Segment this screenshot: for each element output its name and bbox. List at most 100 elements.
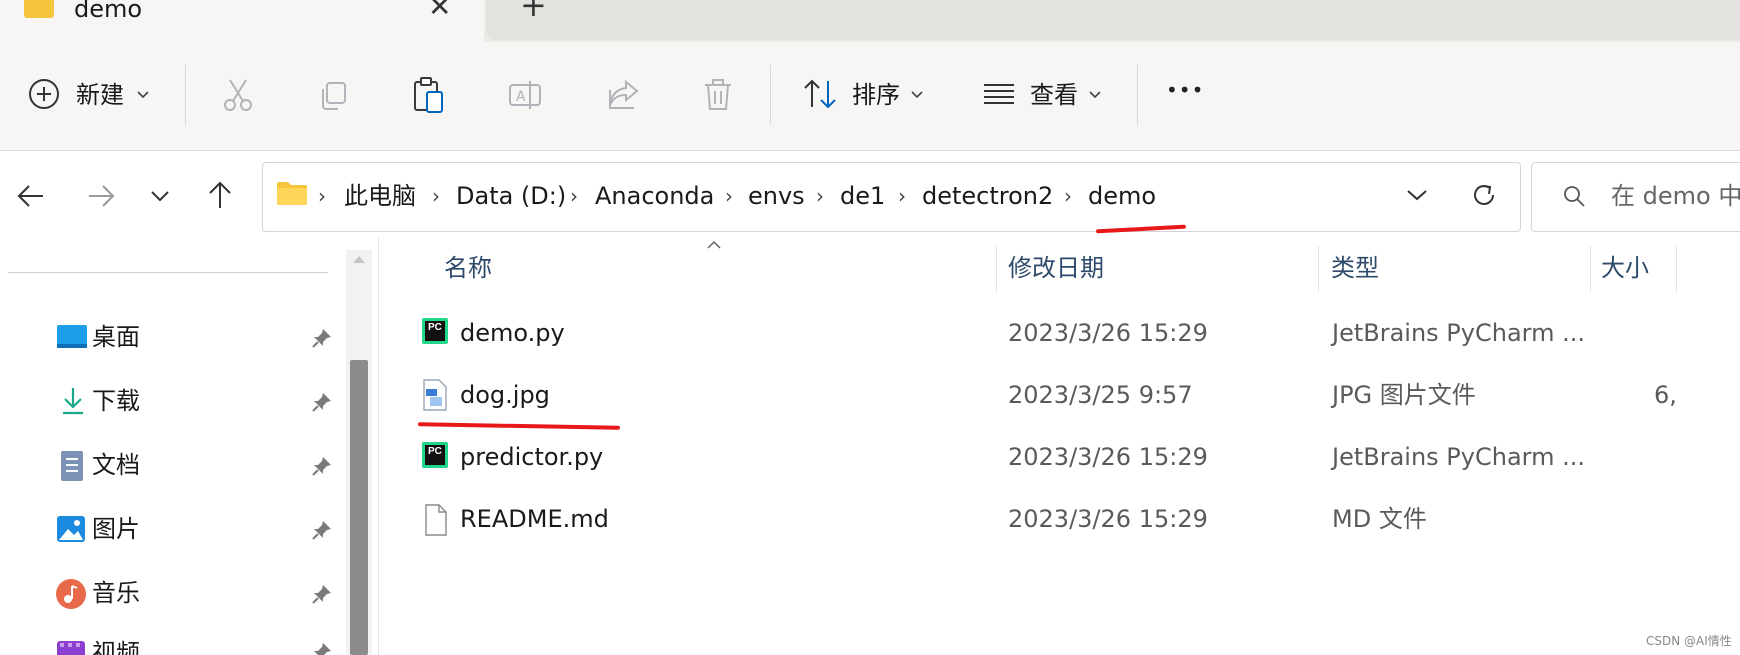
file-row[interactable]: PC predictor.py 2023/3/26 15:29 JetBrain… xyxy=(410,438,1710,478)
recent-locations-chevron-icon[interactable] xyxy=(150,189,170,203)
up-arrow-icon[interactable] xyxy=(206,180,234,210)
column-divider[interactable] xyxy=(1590,246,1591,292)
sort-button[interactable]: 排序 xyxy=(800,74,930,116)
sort-icon xyxy=(804,79,836,109)
nav-item-label: 下载 xyxy=(92,387,140,415)
paste-icon[interactable] xyxy=(412,76,446,114)
new-tab-button[interactable]: + xyxy=(520,0,547,21)
column-header-type[interactable]: 类型 xyxy=(1331,253,1379,283)
pin-icon[interactable] xyxy=(312,584,332,604)
nav-item-label: 音乐 xyxy=(92,579,140,607)
delete-icon[interactable] xyxy=(702,78,734,112)
nav-item-label: 文档 xyxy=(92,451,140,479)
breadcrumb-separator-icon: › xyxy=(898,184,906,208)
column-header-name[interactable]: 名称 xyxy=(444,253,492,283)
breadcrumb-envs[interactable]: envs xyxy=(748,181,805,211)
breadcrumb-separator-icon: › xyxy=(432,184,440,208)
file-modified: 2023/3/25 9:57 xyxy=(1008,381,1193,409)
video-icon xyxy=(57,641,85,655)
nav-item-pictures[interactable]: 图片 xyxy=(40,510,340,550)
nav-item-label: 视频 xyxy=(92,639,140,655)
file-type: JPG 图片文件 xyxy=(1332,381,1476,409)
refresh-icon[interactable] xyxy=(1470,181,1498,209)
watermark: CSDN @AI情性 xyxy=(1646,634,1732,648)
new-button[interactable]: 新建 xyxy=(22,74,152,116)
nav-item-music[interactable]: 音乐 xyxy=(40,574,340,614)
sort-label: 排序 xyxy=(852,81,900,109)
annotation-underline xyxy=(417,422,621,430)
file-name: README.md xyxy=(460,505,609,533)
view-list-icon xyxy=(984,84,1014,104)
breadcrumb-anaconda[interactable]: Anaconda xyxy=(595,181,714,211)
cut-icon[interactable] xyxy=(222,78,254,112)
pane-divider xyxy=(378,238,379,655)
pin-icon[interactable] xyxy=(312,642,332,655)
address-bar[interactable] xyxy=(262,162,1521,232)
file-size: 6, xyxy=(1654,381,1677,409)
search-placeholder: 在 demo 中 xyxy=(1611,182,1740,210)
document-icon xyxy=(61,451,83,481)
file-modified: 2023/3/26 15:29 xyxy=(1008,319,1208,347)
nav-item-desktop[interactable]: 桌面 xyxy=(40,318,340,358)
column-header-size[interactable]: 大小 xyxy=(1601,253,1649,283)
column-divider[interactable] xyxy=(1318,246,1319,292)
nav-item-label: 桌面 xyxy=(92,323,140,351)
tab-demo[interactable] xyxy=(0,0,484,42)
back-arrow-icon[interactable] xyxy=(16,182,46,210)
svg-text:A: A xyxy=(516,89,526,105)
plus-circle-icon xyxy=(29,79,59,109)
pin-icon[interactable] xyxy=(312,456,332,476)
copy-icon[interactable] xyxy=(318,80,350,112)
nav-item-documents[interactable]: 文档 xyxy=(40,446,340,486)
folder-icon xyxy=(277,182,307,205)
search-icon xyxy=(1564,186,1585,207)
chevron-down-icon xyxy=(911,91,923,99)
nav-item-videos[interactable]: 视频 xyxy=(40,638,340,655)
file-name: predictor.py xyxy=(460,443,604,471)
breadcrumb-de1[interactable]: de1 xyxy=(840,181,885,211)
tab-title: demo xyxy=(74,0,143,23)
download-icon xyxy=(63,388,83,415)
pin-icon[interactable] xyxy=(312,520,332,540)
breadcrumb-data-drive[interactable]: Data (D:) xyxy=(456,181,566,211)
file-row[interactable]: README.md 2023/3/26 15:29 MD 文件 xyxy=(410,500,1710,540)
scroll-up-icon[interactable] xyxy=(352,254,366,264)
breadcrumb-separator-icon: › xyxy=(570,184,578,208)
pin-icon[interactable] xyxy=(312,392,332,412)
blank-file-icon xyxy=(425,504,447,536)
breadcrumb-separator-icon: › xyxy=(318,184,326,208)
breadcrumb-this-pc[interactable]: 此电脑 xyxy=(344,181,416,211)
column-header-modified[interactable]: 修改日期 xyxy=(1008,253,1104,283)
rename-icon[interactable]: A xyxy=(508,78,542,112)
view-label: 查看 xyxy=(1030,81,1078,109)
breadcrumb-separator-icon: › xyxy=(725,184,733,208)
column-divider[interactable] xyxy=(996,246,997,292)
close-tab-button[interactable]: ✕ xyxy=(428,0,451,22)
more-options-button[interactable]: ••• xyxy=(1166,78,1204,102)
breadcrumb-separator-icon: › xyxy=(816,184,824,208)
forward-arrow-icon[interactable] xyxy=(86,182,116,210)
breadcrumb-detectron2[interactable]: detectron2 xyxy=(922,181,1053,211)
file-type: JetBrains PyCharm ... xyxy=(1332,443,1585,471)
file-name: demo.py xyxy=(460,319,565,347)
desktop-icon xyxy=(57,325,87,348)
file-modified: 2023/3/26 15:29 xyxy=(1008,443,1208,471)
column-divider[interactable] xyxy=(1676,246,1677,292)
file-type: MD 文件 xyxy=(1332,505,1427,533)
sort-ascending-caret-icon xyxy=(707,240,721,249)
breadcrumb-demo[interactable]: demo xyxy=(1088,181,1156,211)
nav-scrollbar-thumb[interactable] xyxy=(350,360,368,655)
view-button[interactable]: 查看 xyxy=(980,74,1110,116)
address-history-chevron-icon[interactable] xyxy=(1406,188,1428,202)
file-row[interactable]: dog.jpg 2023/3/25 9:57 JPG 图片文件 6, xyxy=(410,376,1710,416)
new-label: 新建 xyxy=(76,81,124,109)
chevron-down-icon xyxy=(1089,91,1101,99)
share-icon[interactable] xyxy=(606,78,640,112)
pycharm-icon: PC xyxy=(422,318,448,344)
nav-item-label: 图片 xyxy=(92,515,140,543)
nav-item-downloads[interactable]: 下载 xyxy=(40,382,340,422)
pin-icon[interactable] xyxy=(312,328,332,348)
file-row[interactable]: PC demo.py 2023/3/26 15:29 JetBrains PyC… xyxy=(410,314,1710,354)
file-name: dog.jpg xyxy=(460,381,550,409)
toolbar-divider xyxy=(185,65,186,125)
